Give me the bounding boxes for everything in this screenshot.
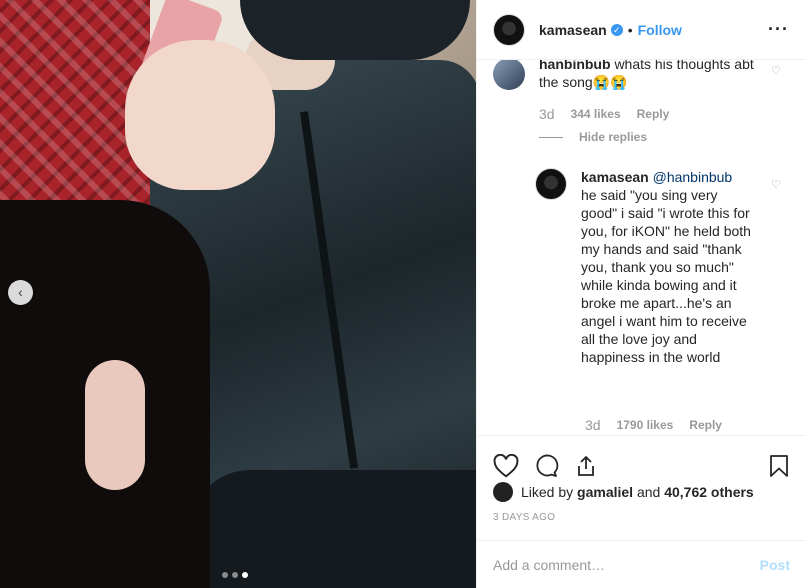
comment-reply-button[interactable]: Reply: [637, 107, 670, 121]
likes-summary: Liked by gamaliel and 40,762 others: [493, 482, 754, 502]
post-username[interactable]: kamasean: [539, 22, 607, 38]
reply-reply-button[interactable]: Reply: [689, 418, 722, 432]
reply-likes[interactable]: 1790 likes: [617, 418, 674, 432]
carousel-prev-button[interactable]: ‹: [8, 280, 33, 305]
carousel-dot-active: [242, 572, 248, 578]
verified-badge-icon: ✓: [610, 23, 623, 36]
comments-list: hanbinbub whats his thoughts abt the son…: [477, 60, 805, 435]
avatar[interactable]: [535, 168, 567, 200]
hide-replies-line: [539, 136, 563, 138]
comment-like-heart-icon[interactable]: ♡: [771, 64, 781, 77]
likes-conj: and: [636, 484, 661, 500]
post-side-panel: kamasean ✓ • Follow ··· hanbinbub whats …: [476, 0, 805, 588]
avatar[interactable]: [493, 60, 525, 90]
add-comment-bar: Post: [477, 540, 805, 588]
reply-time[interactable]: 3d: [585, 417, 601, 433]
comment-meta: 3d 344 likes Reply: [539, 106, 669, 122]
comment-input[interactable]: [493, 556, 760, 573]
photo-foreground-shoulder: [190, 470, 476, 588]
likes-others[interactable]: 40,762 others: [664, 484, 754, 500]
follow-button[interactable]: Follow: [638, 22, 682, 38]
comment-likes[interactable]: 344 likes: [571, 107, 621, 121]
comment-username[interactable]: hanbinbub: [539, 60, 611, 72]
comment-body: hanbinbub whats his thoughts abt the son…: [539, 60, 769, 91]
reply-like-heart-icon[interactable]: ♡: [771, 178, 781, 191]
reply-item: kamasean @hanbinbub he said "you sing ve…: [535, 168, 751, 366]
more-options-icon[interactable]: ···: [768, 19, 789, 40]
reply-body: kamasean @hanbinbub he said "you sing ve…: [581, 168, 751, 366]
reply-text: he said "you sing very good" i said "i w…: [581, 187, 751, 365]
heart-icon[interactable]: [493, 453, 519, 478]
comment-icon[interactable]: [533, 454, 559, 478]
likes-first-liker[interactable]: gamaliel: [577, 484, 633, 500]
post-photo: ‹: [0, 0, 476, 588]
hide-replies-button[interactable]: Hide replies: [539, 130, 647, 144]
post-comment-button[interactable]: Post: [760, 557, 790, 573]
post-header: kamasean ✓ • Follow ···: [477, 0, 805, 60]
likes-prefix: Liked by: [521, 484, 574, 500]
share-icon[interactable]: [573, 454, 599, 478]
comment-item: hanbinbub whats his thoughts abt the son…: [493, 60, 769, 91]
comment-time[interactable]: 3d: [539, 106, 555, 122]
avatar[interactable]: [493, 482, 513, 502]
chevron-left-icon: ‹: [18, 284, 23, 300]
photo-hand: [125, 40, 275, 190]
hide-replies-label: Hide replies: [579, 130, 648, 144]
header-separator: •: [627, 21, 633, 38]
post-timestamp[interactable]: 3 DAYS AGO: [493, 512, 555, 523]
avatar[interactable]: [493, 13, 525, 46]
reply-meta: 3d 1790 likes Reply: [585, 417, 722, 433]
reply-username[interactable]: kamasean: [581, 169, 649, 185]
carousel-dot: [222, 572, 228, 578]
carousel-indicator: [222, 572, 248, 578]
carousel-dot: [232, 572, 238, 578]
photo-foreground-cheek: [85, 360, 145, 490]
photo-person-cap: [240, 0, 470, 60]
bookmark-icon[interactable]: [768, 454, 790, 478]
reply-mention[interactable]: @hanbinbub: [653, 169, 733, 185]
